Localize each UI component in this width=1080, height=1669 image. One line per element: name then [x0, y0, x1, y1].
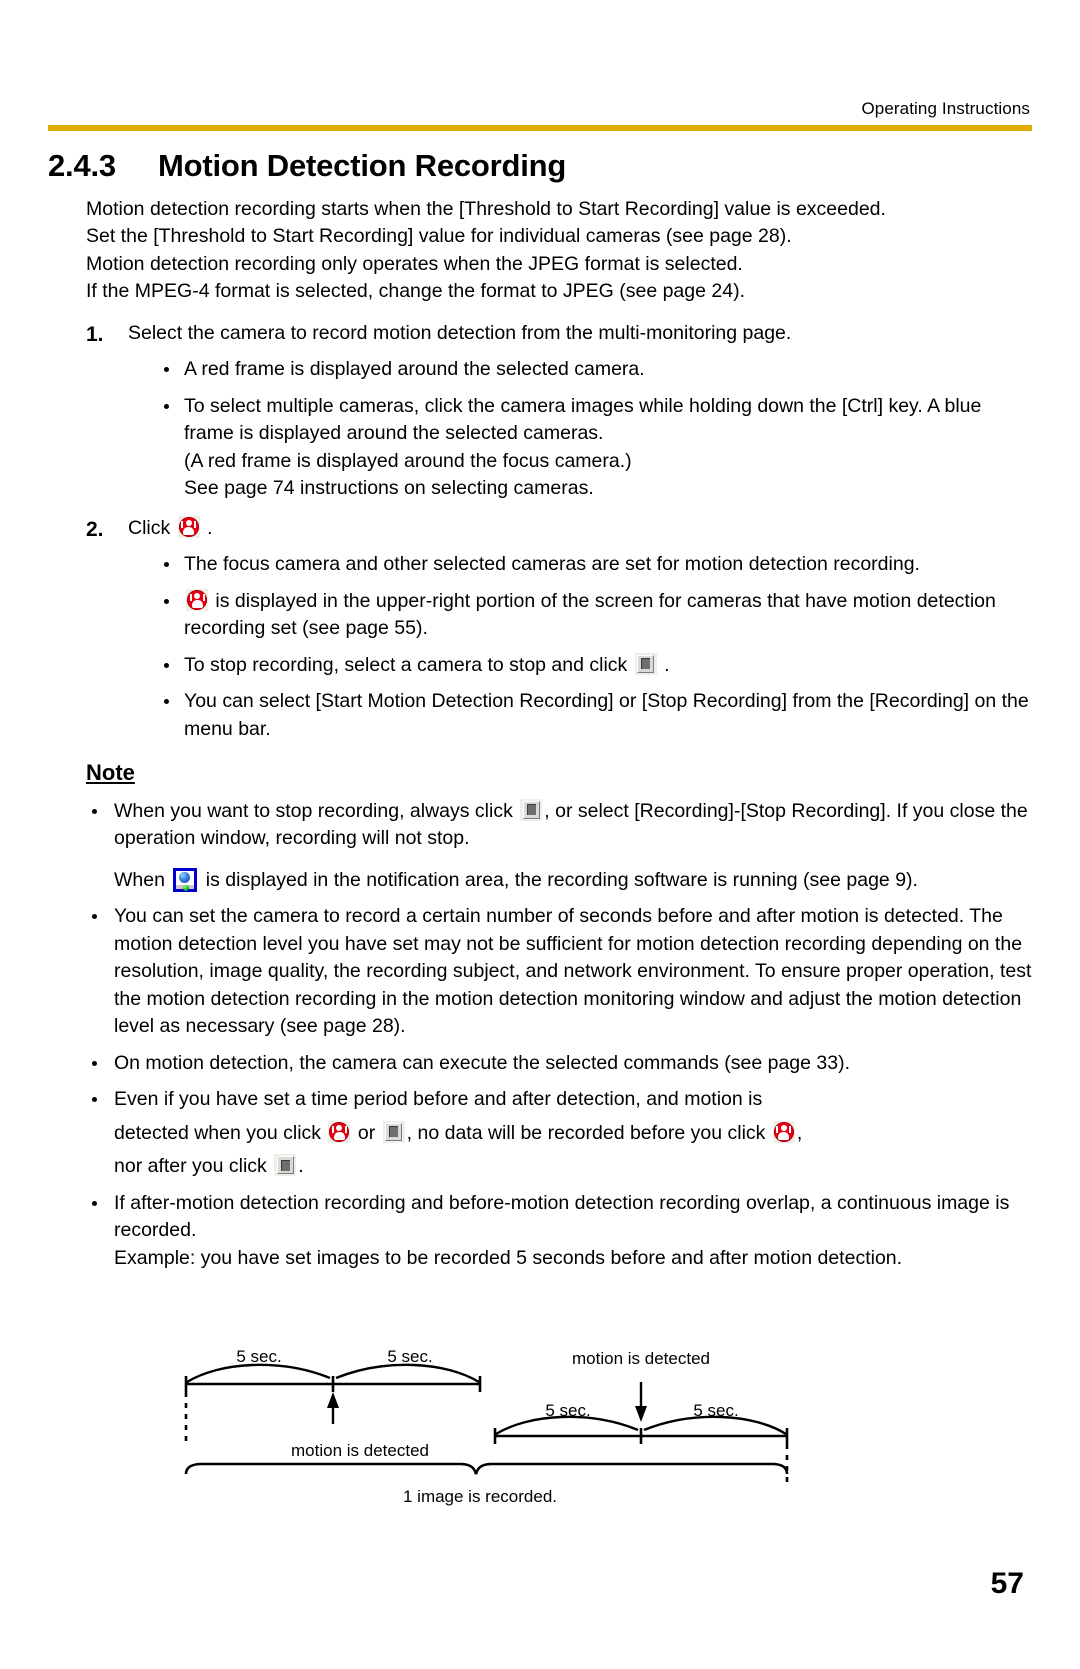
- note-1b-suffix: is displayed in the notification area, t…: [205, 868, 918, 891]
- note-4-middle: , no data will be recorded before you cl…: [406, 1121, 766, 1144]
- page-title: 2.4.3 Motion Detection Recording: [48, 148, 566, 184]
- header-rule: [48, 124, 1032, 131]
- page-body: Motion detection recording starts when t…: [48, 196, 1032, 1272]
- diagram-label-motion-right: motion is detected: [572, 1349, 710, 1368]
- note-3: On motion detection, the camera can exec…: [114, 1051, 851, 1074]
- diagram-label-5sec-2: 5 sec.: [387, 1347, 432, 1366]
- step-2-bullet-3-suffix: .: [664, 653, 670, 676]
- stop-recording-icon[interactable]: [382, 1120, 405, 1143]
- step-2-bullet-2: is displayed in the upper-right portion …: [184, 589, 996, 640]
- note-4-comma: ,: [796, 1121, 803, 1144]
- step-2-click-label: Click: [128, 516, 171, 539]
- page-number: 57: [990, 1567, 1024, 1600]
- step-1-text: Select the camera to record motion detec…: [128, 321, 792, 344]
- list-item: You can set the camera to record a certa…: [86, 903, 1032, 1040]
- step-2-number: 2.: [86, 517, 104, 541]
- note-4-tail-prefix: nor after you click: [114, 1155, 267, 1178]
- motion-detection-record-icon[interactable]: [772, 1120, 795, 1143]
- notification-area-icon[interactable]: [173, 867, 198, 892]
- step-1: 1. Select the camera to record motion de…: [86, 320, 1032, 503]
- document-page: Operating Instructions 2.4.3 Motion Dete…: [0, 0, 1080, 1669]
- note-list: When you want to stop recording, always …: [86, 798, 1032, 1272]
- step-2-bullets: The focus camera and other selected came…: [158, 551, 1032, 743]
- note-2: You can set the camera to record a certa…: [114, 905, 1032, 1038]
- step-2-bullet-1: The focus camera and other selected came…: [184, 553, 920, 576]
- motion-detection-record-icon[interactable]: [328, 1120, 351, 1143]
- note-4-tail-suffix: .: [298, 1155, 304, 1178]
- step-1-bullet-1: A red frame is displayed around the sele…: [184, 358, 645, 381]
- step-2-text: Click .: [128, 515, 1032, 542]
- step-1-bullet-2: To select multiple cameras, click the ca…: [184, 394, 982, 500]
- list-item: You can select [Start Motion Detection R…: [158, 688, 1032, 743]
- page-header: Operating Instructions: [48, 99, 1032, 131]
- intro-line: Set the [Threshold to Start Recording] v…: [86, 225, 792, 248]
- stop-recording-icon[interactable]: [520, 798, 543, 821]
- intro-line: If the MPEG-4 format is selected, change…: [86, 280, 745, 303]
- motion-detection-timeline-diagram: 5 sec. 5 sec. 5 sec. 5 sec. motion is de…: [160, 1332, 840, 1512]
- list-item: To select multiple cameras, click the ca…: [158, 393, 1032, 503]
- step-2-click-trailing: .: [207, 516, 213, 539]
- intro-block: Motion detection recording starts when t…: [86, 196, 1032, 306]
- list-item: To stop recording, select a camera to st…: [158, 652, 1032, 679]
- diagram-label-5sec-1: 5 sec.: [236, 1347, 281, 1366]
- list-item: On motion detection, the camera can exec…: [86, 1050, 1032, 1077]
- header-title: Operating Instructions: [861, 99, 1030, 118]
- note-1-prefix: When you want to stop recording, always …: [114, 799, 513, 822]
- diagram-label-5sec-3: 5 sec.: [545, 1401, 590, 1420]
- list-item: A red frame is displayed around the sele…: [158, 356, 1032, 383]
- intro-line: Motion detection recording starts when t…: [86, 198, 886, 220]
- step-2: 2. Click . The focus camera and other se…: [86, 515, 1032, 743]
- motion-detection-record-icon[interactable]: [177, 515, 200, 538]
- list-item: is displayed in the upper-right portion …: [158, 588, 1032, 643]
- step-1-bullets: A red frame is displayed around the sele…: [158, 356, 1032, 502]
- note-1b-prefix: When: [114, 868, 165, 891]
- stop-recording-icon[interactable]: [634, 652, 657, 675]
- diagram-label-motion-left: motion is detected: [291, 1441, 429, 1460]
- stop-recording-icon[interactable]: [274, 1154, 297, 1177]
- step-1-number: 1.: [86, 322, 104, 346]
- intro-line: Motion detection recording only operates…: [86, 252, 743, 275]
- note-4-line-1: Even if you have set a time period befor…: [114, 1088, 763, 1111]
- note-5: If after-motion detection recording and …: [114, 1191, 1010, 1269]
- diagram-label-5sec-4: 5 sec.: [693, 1401, 738, 1420]
- note-heading: Note: [86, 760, 135, 786]
- note-4-prefix: detected when you click: [114, 1121, 322, 1144]
- step-2-bullet-3-prefix: To stop recording, select a camera to st…: [184, 653, 628, 676]
- list-item: The focus camera and other selected came…: [158, 551, 1032, 578]
- step-2-bullet-4: You can select [Start Motion Detection R…: [184, 690, 1029, 740]
- section-title: Motion Detection Recording: [158, 148, 567, 183]
- section-number: 2.4.3: [48, 148, 116, 183]
- motion-detection-record-icon[interactable]: [186, 588, 208, 611]
- list-item: Even if you have set a time period befor…: [86, 1086, 1032, 1180]
- list-item: If after-motion detection recording and …: [86, 1190, 1032, 1272]
- diagram-label-result: 1 image is recorded.: [403, 1487, 557, 1506]
- note-4-or: or: [357, 1121, 376, 1144]
- list-item: When you want to stop recording, always …: [86, 798, 1032, 894]
